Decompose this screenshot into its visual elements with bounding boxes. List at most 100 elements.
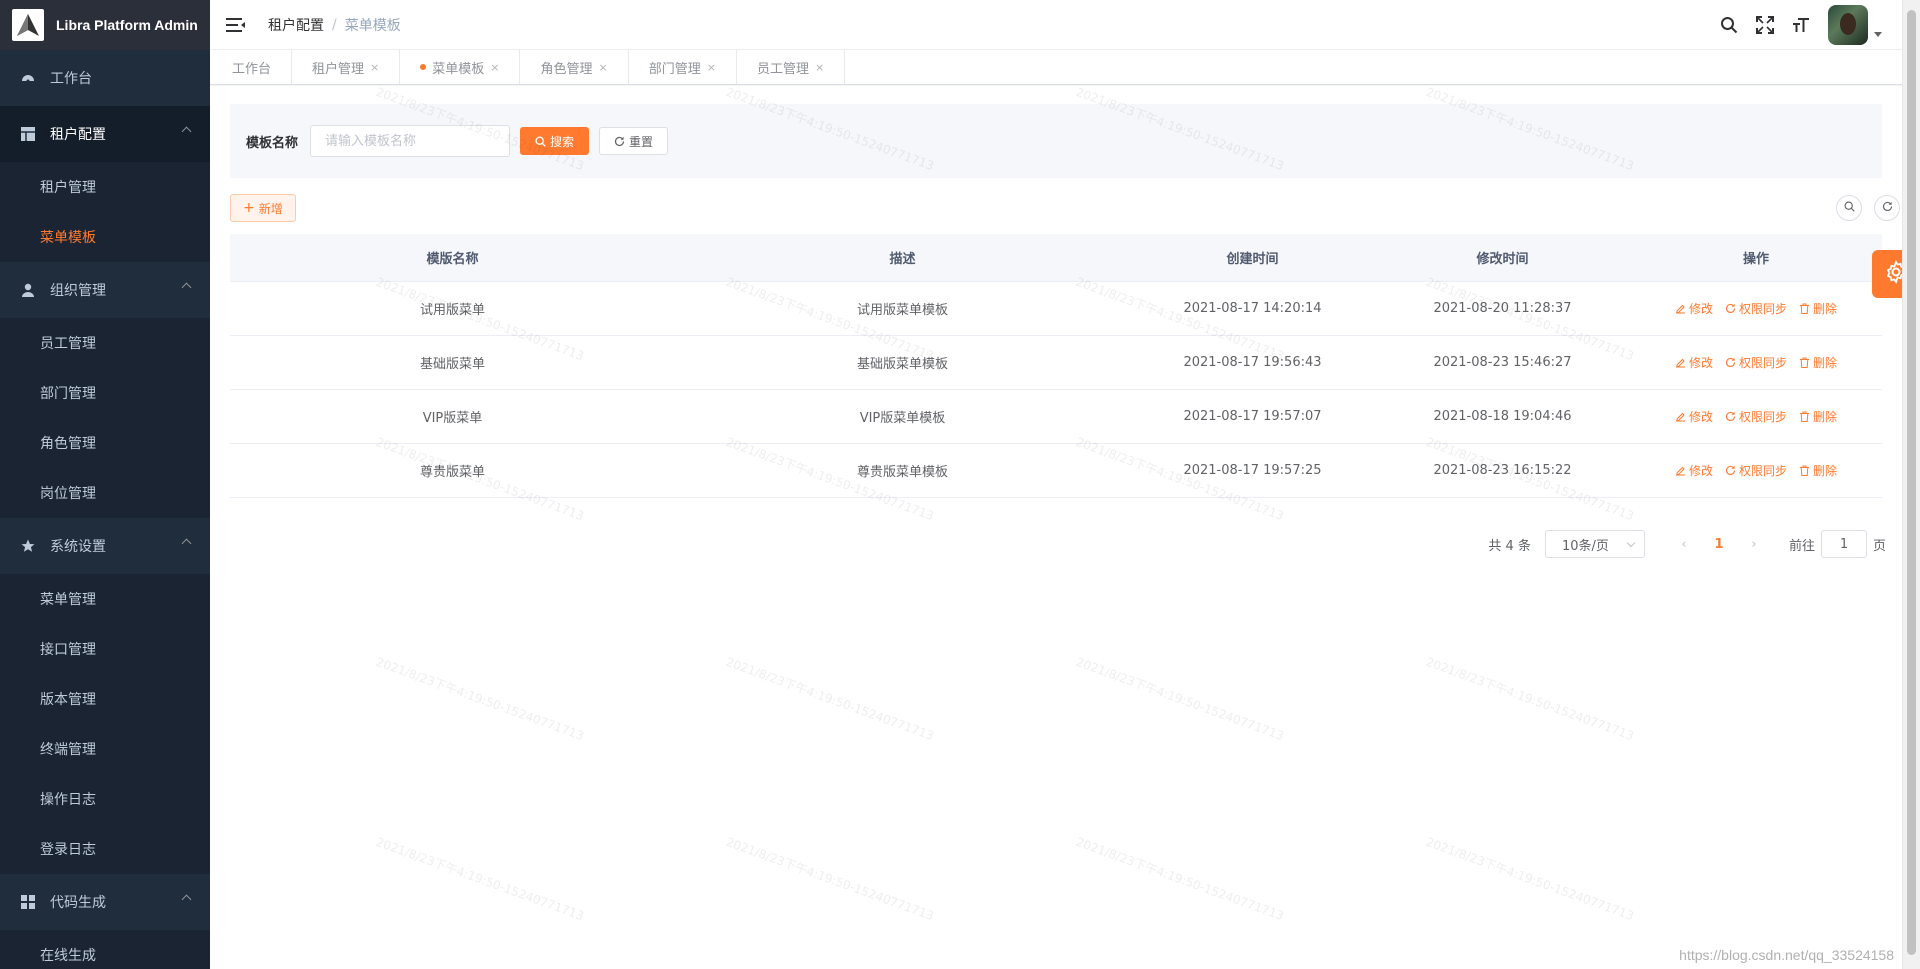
edit-button[interactable]: 修改 [1675,354,1713,371]
sidebar-item-login-log[interactable]: 登录日志 [0,824,210,874]
font-size-icon[interactable] [1792,16,1810,34]
edit-button[interactable]: 修改 [1675,462,1713,479]
sync-permission-button[interactable]: 权限同步 [1725,408,1787,425]
page-size-value: 10条/页 [1561,538,1609,554]
add-button[interactable]: + 新增 [230,194,296,222]
cell-name: 基础版菜单 [419,357,485,372]
tab-tenant-manage[interactable]: 租户管理 × [292,50,401,84]
sync-permission-button[interactable]: 权限同步 [1725,300,1787,317]
sidebar-item-api-manage[interactable]: 接口管理 [0,624,210,674]
tab-role-manage[interactable]: 角色管理 × [520,50,629,84]
table-row: 尊贵版菜单 尊贵版菜单模板 2021-08-17 19:57:25 2021-0… [230,444,1882,498]
fullscreen-icon[interactable] [1756,16,1774,34]
tab-employee-manage[interactable]: 员工管理 × [737,50,846,84]
scrollbar-thumb[interactable] [1907,10,1916,955]
sidebar-group-label: 组织管理 [50,283,106,299]
chevron-up-icon [181,538,192,549]
cell-modified: 2021-08-20 11:28:37 [1433,301,1572,316]
sidebar-group-system[interactable]: 系统设置 [0,518,210,574]
close-icon[interactable]: × [490,61,499,74]
close-icon[interactable]: × [599,61,608,74]
chevron-up-icon [181,282,192,293]
sidebar-group-org[interactable]: 组织管理 [0,262,210,318]
tab-department-manage[interactable]: 部门管理 × [629,50,737,84]
trash-icon [1799,357,1810,368]
edit-button[interactable]: 修改 [1675,408,1713,425]
chevron-down-icon [1626,538,1636,548]
edit-label: 修改 [1688,302,1713,316]
breadcrumb: 租户配置 / 菜单模板 [268,15,401,35]
sidebar-item-version-manage[interactable]: 版本管理 [0,674,210,724]
sidebar-group-tenant[interactable]: 租户配置 [0,106,210,162]
delete-button[interactable]: 删除 [1799,462,1837,479]
edit-icon [1675,465,1686,476]
table-header: 模版名称 描述 创建时间 修改时间 操作 [230,234,1882,282]
cell-modified: 2021-08-23 16:15:22 [1433,463,1572,478]
sidebar-item-employee[interactable]: 员工管理 [0,318,210,368]
cell-actions: 修改 权限同步 删除 [1630,300,1882,317]
sidebar-item-dashboard[interactable]: 工作台 [0,50,210,106]
sidebar-item-online-gen[interactable]: 在线生成 [0,930,210,969]
close-icon[interactable]: × [370,61,379,74]
sidebar-item-menu-manage[interactable]: 菜单管理 [0,574,210,624]
logo-icon [12,9,44,41]
sidebar-item-post[interactable]: 岗位管理 [0,468,210,518]
sidebar-item-department[interactable]: 部门管理 [0,368,210,418]
header-actions [1720,0,1882,50]
tab-label: 菜单模板 [432,61,485,77]
goto-suffix: 页 [1872,538,1886,554]
sync-permission-button[interactable]: 权限同步 [1725,354,1787,371]
delete-button[interactable]: 删除 [1799,408,1837,425]
sidebar-item-role[interactable]: 角色管理 [0,418,210,468]
refresh-icon [1882,201,1893,216]
page-number[interactable]: 1 [1699,537,1739,552]
reset-button[interactable]: 重置 [599,127,669,155]
column-header-desc: 描述 [889,252,916,267]
tab-menu-template[interactable]: 菜单模板 × [400,50,521,84]
avatar[interactable] [1828,5,1868,45]
goto-page-input[interactable] [1820,530,1867,558]
sidebar-item-operation-log[interactable]: 操作日志 [0,774,210,824]
edit-label: 修改 [1688,356,1713,370]
page-size-select[interactable]: 10条/页 [1544,530,1645,558]
toggle-search-button[interactable] [1836,195,1862,221]
cell-desc: 基础版菜单模板 [856,357,948,372]
sidebar-item-terminal-manage[interactable]: 终端管理 [0,724,210,774]
sidebar-group-label: 系统设置 [50,539,106,555]
sidebar-item-tenant-manage[interactable]: 租户管理 [0,162,210,212]
hamburger-icon[interactable] [226,17,246,33]
sync-label: 权限同步 [1738,356,1787,370]
close-icon[interactable]: × [707,61,716,74]
tab-dashboard[interactable]: 工作台 [212,50,293,84]
scrollbar[interactable] [1902,0,1920,969]
sidebar-item-menu-template[interactable]: 菜单模板 [0,212,210,262]
user-icon [20,282,36,298]
close-icon[interactable]: × [815,61,824,74]
search-icon[interactable] [1720,16,1738,34]
chevron-up-icon [181,126,192,137]
cell-actions: 修改 权限同步 删除 [1630,354,1882,371]
next-page-button[interactable]: › [1739,537,1769,552]
edit-button[interactable]: 修改 [1675,300,1713,317]
navbar: 租户配置 / 菜单模板 [210,0,1902,50]
sync-permission-button[interactable]: 权限同步 [1725,462,1787,479]
cell-name: VIP版菜单 [422,411,483,426]
edit-icon [1675,357,1686,368]
table-row: 试用版菜单 试用版菜单模板 2021-08-17 14:20:14 2021-0… [230,282,1882,336]
caret-down-icon[interactable] [1874,31,1882,37]
breadcrumb-item[interactable]: 租户配置 [268,15,324,35]
delete-button[interactable]: 删除 [1799,300,1837,317]
refresh-button[interactable] [1874,195,1900,221]
template-name-input[interactable] [310,125,511,157]
delete-label: 删除 [1813,302,1838,316]
tab-label: 租户管理 [312,61,365,77]
search-button[interactable]: 搜索 [520,127,590,155]
cell-created: 2021-08-17 19:56:43 [1183,355,1322,370]
prev-page-button[interactable]: ‹ [1669,537,1699,552]
delete-button[interactable]: 删除 [1799,354,1837,371]
logo[interactable]: Libra Platform Admin [0,0,210,50]
refresh-icon [614,136,625,147]
sync-label: 权限同步 [1738,410,1787,424]
pagination-total: 共 4 条 [1488,538,1531,554]
sidebar-group-codegen[interactable]: 代码生成 [0,874,210,930]
